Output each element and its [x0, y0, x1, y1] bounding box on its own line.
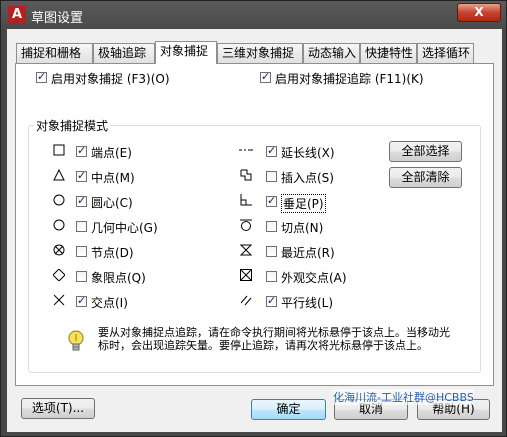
nearest-label[interactable]: 最近点(R)	[281, 244, 335, 261]
apparent-intersection-icon	[239, 269, 253, 283]
drafting-settings-dialog: A 草图设置 X 捕捉和栅格 极轴追踪 对象捕捉 三维对象捕捉 动态输入 快捷特…	[0, 0, 507, 437]
lightbulb-icon	[68, 330, 84, 354]
perpendicular-label[interactable]: 垂足(P)	[281, 194, 326, 213]
intersection-label[interactable]: 交点(I)	[91, 294, 128, 311]
perpendicular-icon	[239, 194, 253, 208]
geometric-center-label[interactable]: 几何中心(G)	[91, 219, 158, 236]
nearest-checkbox[interactable]	[266, 246, 277, 257]
extension-label[interactable]: 延长线(X)	[281, 144, 335, 161]
tangent-label[interactable]: 切点(N)	[281, 219, 323, 236]
tangent-checkbox[interactable]	[266, 221, 277, 232]
enable-tracking-checkbox[interactable]: ✓	[260, 70, 271, 83]
title-bar[interactable]: A 草图设置 X	[1, 1, 506, 29]
options-button[interactable]: 选项(T)...	[21, 398, 95, 419]
intersection-checkbox[interactable]: ✓	[76, 294, 87, 307]
center-label[interactable]: 圆心(C)	[91, 194, 133, 211]
window-title: 草图设置	[31, 11, 84, 26]
tab-selection-cycling[interactable]: 选择循环	[417, 43, 474, 63]
dialog-client: 捕捉和栅格 极轴追踪 对象捕捉 三维对象捕捉 动态输入 快捷特性 选择循环 ✓ …	[7, 29, 502, 432]
extension-icon	[239, 144, 253, 158]
parallel-label[interactable]: 平行线(L)	[281, 294, 333, 311]
geometric-center-circle-icon	[52, 219, 66, 233]
select-all-button[interactable]: 全部选择	[389, 141, 462, 162]
tab-polar-tracking[interactable]: 极轴追踪	[93, 43, 155, 63]
enable-tracking-label[interactable]: 启用对象捕捉追踪 (F11)(K)	[275, 70, 424, 87]
snap-modes-group-title: 对象捕捉模式	[34, 117, 111, 134]
ok-button[interactable]: 确定	[251, 399, 326, 420]
clear-all-button[interactable]: 全部清除	[389, 167, 462, 188]
object-snap-panel: ✓ 启用对象捕捉 (F3)(O) ✓ 启用对象捕捉追踪 (F11)(K) 对象捕…	[15, 63, 494, 386]
node-icon	[52, 244, 66, 258]
endpoint-label[interactable]: 端点(E)	[91, 144, 132, 161]
watermark-text: 化海川流-工业社群@HCBBS	[333, 389, 474, 405]
enable-osnap-checkbox[interactable]: ✓	[36, 70, 47, 83]
quadrant-diamond-icon	[52, 268, 66, 283]
tab-object-snap[interactable]: 对象捕捉	[155, 41, 217, 64]
autocad-app-icon: A	[8, 6, 26, 24]
node-label[interactable]: 节点(D)	[91, 244, 134, 261]
tab-quick-properties[interactable]: 快捷特性	[360, 43, 417, 63]
endpoint-square-icon	[52, 144, 66, 158]
tab-3d-object-snap[interactable]: 三维对象捕捉	[217, 43, 303, 63]
tab-snap-grid[interactable]: 捕捉和栅格	[16, 43, 93, 63]
extension-checkbox[interactable]: ✓	[266, 144, 277, 157]
tracking-tip-text: 要从对象捕捉点追踪，请在命令执行期间将光标悬停于该点上。当移动光标时，会出现追踪…	[98, 326, 450, 352]
enable-osnap-label[interactable]: 启用对象捕捉 (F3)(O)	[51, 70, 170, 87]
close-button[interactable]: X	[457, 3, 501, 22]
center-checkbox[interactable]: ✓	[76, 194, 87, 207]
tangent-icon	[239, 219, 253, 233]
nearest-icon	[239, 244, 253, 258]
endpoint-checkbox[interactable]: ✓	[76, 144, 87, 157]
perpendicular-checkbox[interactable]: ✓	[266, 194, 277, 207]
quadrant-label[interactable]: 象限点(Q)	[91, 269, 146, 286]
tab-dynamic-input[interactable]: 动态输入	[303, 43, 360, 63]
parallel-checkbox[interactable]: ✓	[266, 294, 277, 307]
quadrant-checkbox[interactable]	[76, 271, 87, 282]
parallel-icon	[239, 294, 253, 308]
midpoint-triangle-icon	[52, 168, 66, 183]
geometric-center-checkbox[interactable]	[76, 221, 87, 232]
node-checkbox[interactable]	[76, 246, 87, 257]
intersection-cross-icon	[52, 294, 66, 308]
apparent-intersection-checkbox[interactable]	[266, 271, 277, 282]
insertion-checkbox[interactable]	[266, 171, 277, 182]
center-circle-icon	[52, 194, 66, 208]
midpoint-checkbox[interactable]: ✓	[76, 169, 87, 182]
insertion-icon	[239, 169, 253, 183]
apparent-intersection-label[interactable]: 外观交点(A)	[281, 269, 347, 286]
insertion-label[interactable]: 插入点(S)	[281, 169, 334, 186]
midpoint-label[interactable]: 中点(M)	[91, 169, 135, 186]
